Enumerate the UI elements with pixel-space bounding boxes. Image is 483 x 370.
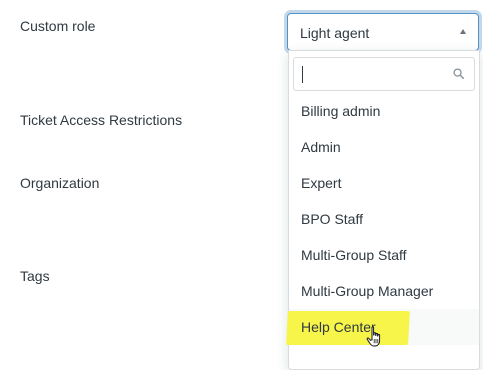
option-label: BPO Staff — [301, 211, 363, 227]
dropdown-search-field[interactable] — [293, 57, 475, 91]
custom-role-selected-value: Light agent — [300, 25, 370, 41]
search-icon — [453, 68, 464, 79]
custom-role-select[interactable]: Light agent — [287, 13, 479, 51]
organization-label: Organization — [20, 175, 100, 191]
option-expert[interactable]: Expert — [289, 165, 479, 201]
hand-pointer-cursor-icon — [366, 326, 381, 347]
option-label: Billing admin — [301, 103, 381, 119]
option-bpo-staff[interactable]: BPO Staff — [289, 201, 479, 237]
option-label: Multi-Group Manager — [301, 283, 434, 299]
option-label: Help Center — [301, 319, 376, 335]
option-multi-group-staff[interactable]: Multi-Group Staff — [289, 237, 479, 273]
text-caret — [302, 66, 303, 83]
option-label: Admin — [301, 139, 341, 155]
option-billing-admin[interactable]: Billing admin — [289, 93, 479, 129]
option-admin[interactable]: Admin — [289, 129, 479, 165]
option-label: Multi-Group Staff — [301, 247, 407, 263]
custom-role-dropdown: Billing admin Admin Expert BPO Staff Mul… — [286, 50, 480, 370]
option-multi-group-manager[interactable]: Multi-Group Manager — [289, 273, 479, 309]
tags-label: Tags — [20, 268, 50, 284]
option-label: Expert — [301, 175, 342, 191]
option-help-center[interactable]: Help Center — [286, 309, 479, 345]
caret-up-icon — [460, 29, 466, 34]
dropdown-search-input[interactable] — [300, 64, 450, 84]
custom-role-label: Custom role — [20, 18, 96, 34]
dropdown-options-list: Billing admin Admin Expert BPO Staff Mul… — [286, 93, 479, 345]
ticket-access-restrictions-label: Ticket Access Restrictions — [20, 112, 183, 128]
